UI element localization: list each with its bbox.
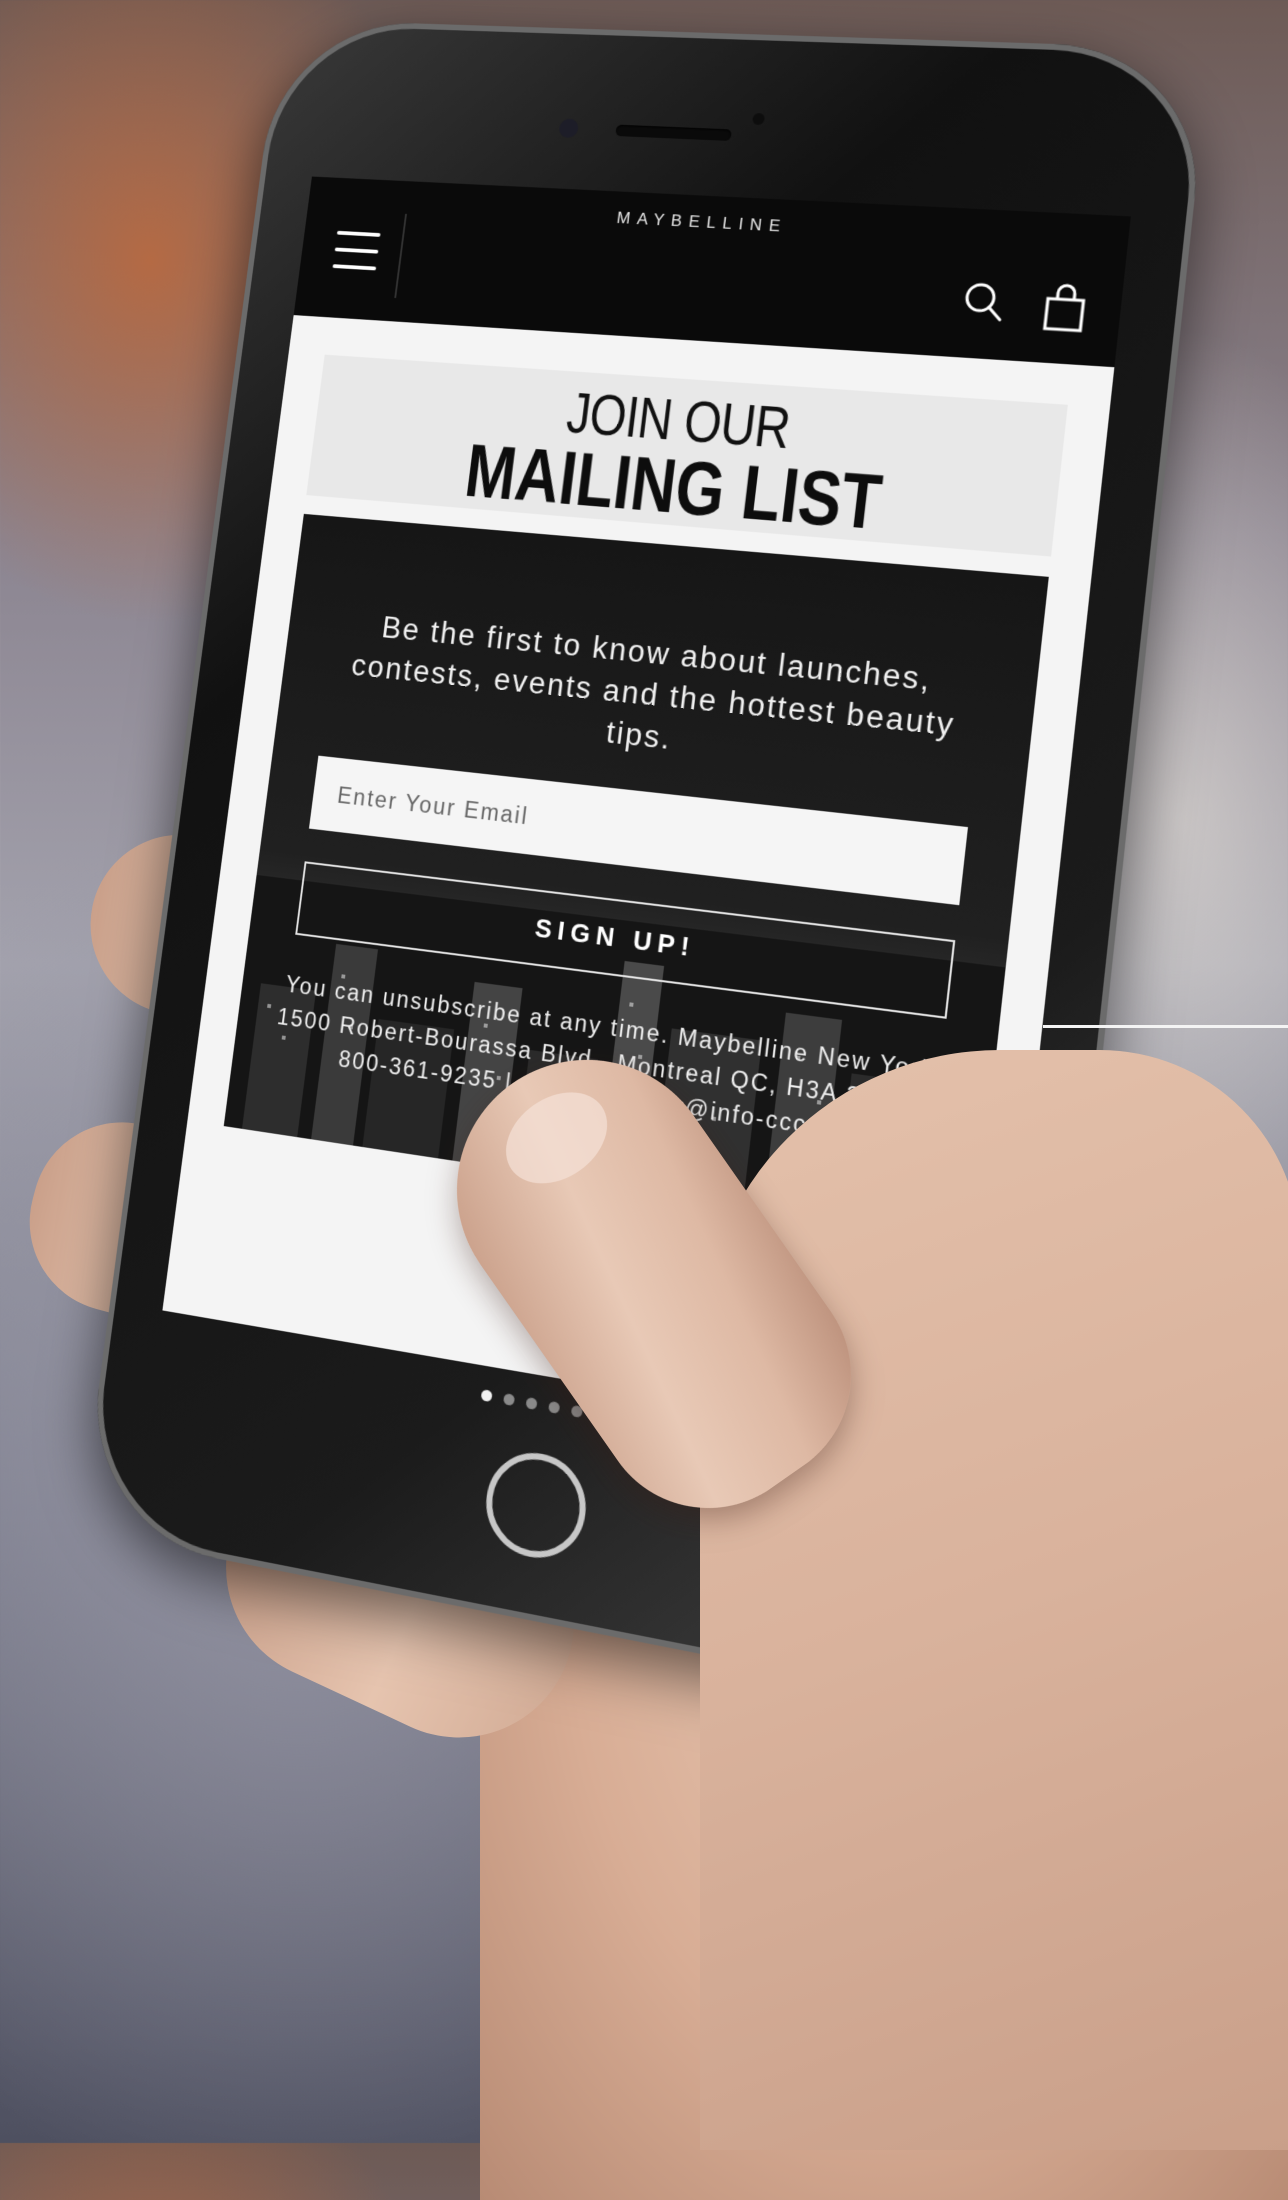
search-icon[interactable] (958, 278, 1010, 326)
page-dot[interactable] (503, 1392, 516, 1407)
shopping-bag-icon[interactable] (1038, 280, 1092, 335)
thumbnail (488, 1073, 625, 1203)
page-dot[interactable] (548, 1400, 561, 1414)
signup-intro-text: Be the first to know about launches, con… (349, 610, 957, 757)
hand-back (700, 1050, 1288, 2150)
page-dot[interactable] (480, 1389, 493, 1403)
annotation-line (1043, 1025, 1288, 1028)
page-dot[interactable] (525, 1396, 538, 1411)
hamburger-menu-icon[interactable] (312, 209, 407, 298)
